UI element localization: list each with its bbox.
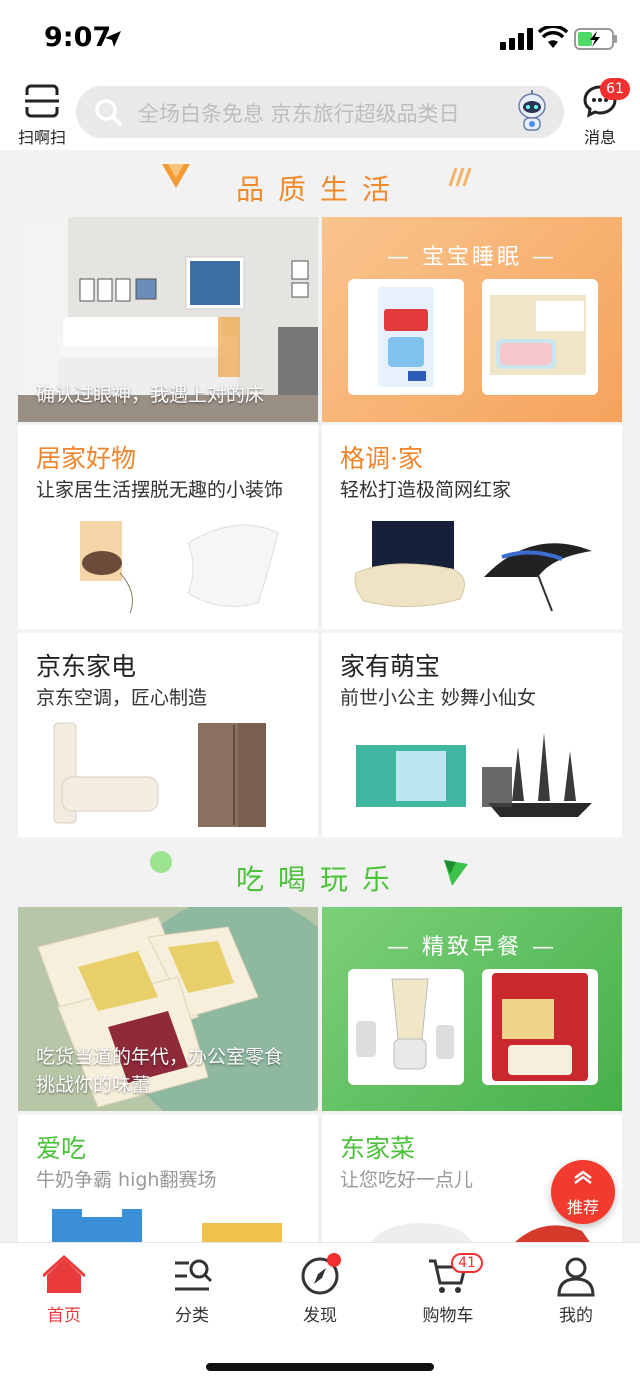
jd-dishes-title: 东家菜 <box>340 1134 416 1163</box>
wifi-icon <box>538 26 568 48</box>
robot-assistant-icon[interactable] <box>512 90 552 134</box>
home-goods-subtitle: 让家居生活摆脱无趣的小装饰 <box>36 479 284 501</box>
baby-sleep-banner-title: — 宝宝睡眠 — <box>387 245 557 270</box>
bottom-tab-bar: 首页 分类 发现 41 购物车 我的 <box>0 1242 640 1386</box>
blender-product-image <box>348 969 464 1085</box>
love-eat-product-image <box>52 1203 282 1245</box>
jd-appliances-product-image <box>53 722 266 827</box>
home-indicator-bar[interactable] <box>206 1363 434 1371</box>
category-search-icon <box>175 1259 213 1291</box>
home-goods-title: 居家好物 <box>36 444 137 473</box>
breakfast-banner-title: — 精致早餐 — <box>387 935 557 960</box>
love-eat-card[interactable]: 爱吃 牛奶争霸 high翻赛场 <box>18 1115 318 1245</box>
chevron-up-double-icon <box>574 1170 592 1184</box>
messages-button[interactable]: 消息 61 <box>578 78 630 147</box>
scan-button[interactable]: 扫啊扫 <box>14 84 70 147</box>
towel-box-icon <box>490 295 586 375</box>
jd-appliances-title: 京东家电 <box>36 652 137 681</box>
scan-icon <box>25 84 59 118</box>
snack-caption-line1: 吃货当道的年代，办公室零食 <box>36 1046 284 1068</box>
tab-cart-label: 购物车 <box>422 1306 474 1326</box>
bedroom-hero-card[interactable]: 确认过眼神，我遇上对的床 <box>18 217 318 422</box>
recommend-button[interactable]: 推荐 <box>551 1160 615 1224</box>
cute-baby-card[interactable]: 家有萌宝 前世小公主 妙舞小仙女 <box>322 633 622 837</box>
status-time: 9:07 <box>44 22 112 53</box>
cotton-towel-product-image <box>482 279 598 395</box>
tab-home[interactable]: 首页 <box>9 1254 119 1326</box>
triangle-decoration-icon <box>444 860 468 886</box>
snack-caption-line2: 挑战你的味蕾 <box>36 1074 151 1096</box>
stripe-decoration-icon <box>448 167 472 187</box>
status-bar: 9:07 <box>0 0 640 76</box>
tab-discover[interactable]: 发现 <box>265 1253 375 1326</box>
tab-category[interactable]: 分类 <box>137 1255 247 1326</box>
scan-label: 扫啊扫 <box>17 128 66 147</box>
cute-baby-subtitle: 前世小公主 妙舞小仙女 <box>340 687 537 709</box>
soy-milk-pack-icon <box>492 973 588 1081</box>
jd-appliances-subtitle: 京东空调，匠心制造 <box>36 687 208 709</box>
discover-notification-dot <box>327 1253 341 1267</box>
home-icon <box>41 1254 87 1293</box>
snack-hero-card[interactable]: 吃货当道的年代，办公室零食 挑战你的味蕾 <box>18 907 318 1111</box>
baby-sleep-banner-card[interactable]: — 宝宝睡眠 — <box>322 217 622 422</box>
style-home-card[interactable]: 格调·家 轻松打造极简网红家 <box>322 425 622 629</box>
love-eat-subtitle: 牛奶争霸 high翻赛场 <box>36 1169 217 1191</box>
recommend-label: 推荐 <box>566 1198 599 1217</box>
tab-cart[interactable]: 41 购物车 <box>393 1253 503 1326</box>
blender-icon <box>356 978 454 1070</box>
top-header: 扫啊扫 全场白条免息 京东旅行超级品类日 消息 61 <box>0 76 640 150</box>
tab-category-label: 分类 <box>175 1306 209 1326</box>
tab-mine[interactable]: 我的 <box>521 1255 631 1326</box>
diaper-pack-icon <box>378 287 434 387</box>
breakfast-banner-card[interactable]: — 精致早餐 — <box>322 907 622 1111</box>
battery-charging-icon <box>574 28 617 50</box>
home-goods-product-image <box>80 521 279 614</box>
search-bar[interactable]: 全场白条免息 京东旅行超级品类日 <box>76 86 564 138</box>
section-title-eat-drink: 吃喝玩乐 <box>235 863 404 896</box>
cute-baby-product-image <box>356 733 592 817</box>
jd-dishes-subtitle: 让您吃好一点儿 <box>340 1169 474 1191</box>
search-placeholder: 全场白条免息 京东旅行超级品类日 <box>138 102 460 126</box>
search-icon <box>95 99 122 126</box>
soy-milk-product-image <box>482 969 598 1085</box>
tab-mine-label: 我的 <box>559 1306 593 1326</box>
style-home-title: 格调·家 <box>340 444 423 473</box>
cellular-signal-icon <box>500 28 533 50</box>
style-home-subtitle: 轻松打造极简网红家 <box>340 479 512 501</box>
cart-count-badge: 41 <box>451 1253 483 1273</box>
user-profile-icon <box>557 1257 595 1297</box>
bedroom-caption: 确认过眼神，我遇上对的床 <box>36 384 265 406</box>
messages-count-badge: 61 <box>600 78 630 100</box>
location-arrow-icon <box>105 31 121 47</box>
tab-discover-label: 发现 <box>303 1306 337 1326</box>
tab-home-label: 首页 <box>47 1306 81 1326</box>
section-title-quality-life: 品质生活 <box>235 173 404 206</box>
diaper-product-image <box>348 279 464 395</box>
cute-baby-title: 家有萌宝 <box>340 652 441 681</box>
style-home-product-image <box>354 521 592 612</box>
messages-label: 消息 <box>583 128 616 147</box>
home-goods-card[interactable]: 居家好物 让家居生活摆脱无趣的小装饰 <box>18 425 318 629</box>
jd-appliances-card[interactable]: 京东家电 京东空调，匠心制造 <box>18 633 318 837</box>
love-eat-title: 爱吃 <box>36 1134 87 1163</box>
